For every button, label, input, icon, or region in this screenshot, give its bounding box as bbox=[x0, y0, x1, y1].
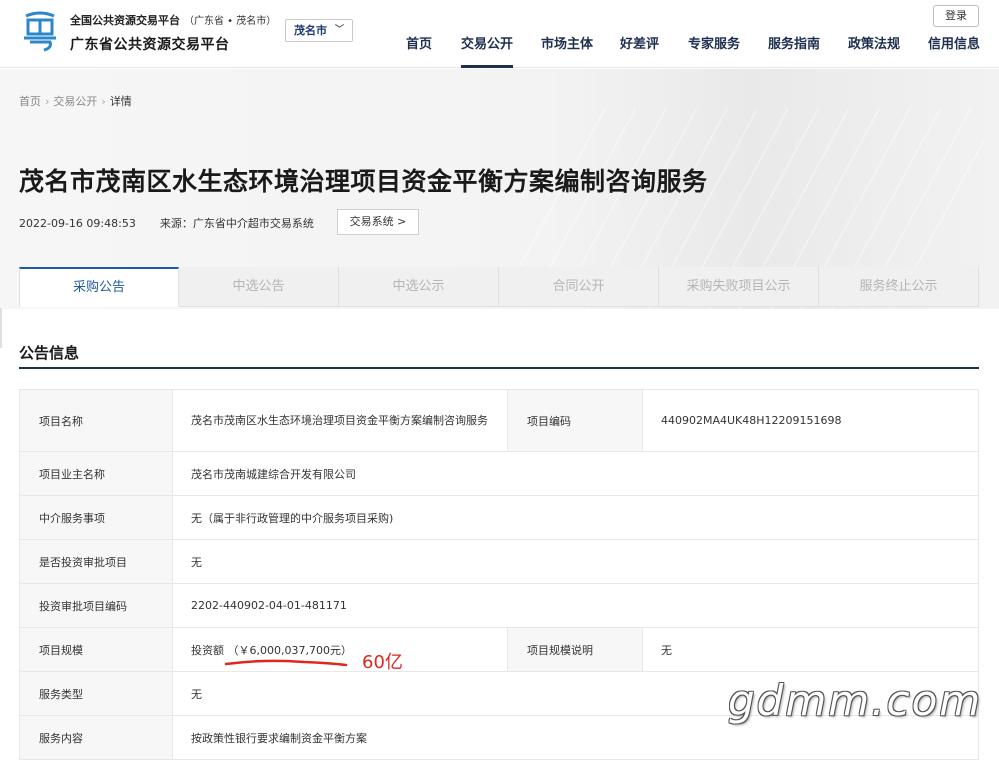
breadcrumb-current: 详情 bbox=[109, 95, 132, 108]
site-header: 全国公共资源交易平台 （广东省 • 茂名市） 广东省公共资源交易平台 茂名市 ﹀ … bbox=[0, 0, 999, 68]
red-underline-annotation bbox=[224, 659, 348, 667]
scale-label: 项目规模 bbox=[19, 627, 173, 672]
tab-selection-publicity[interactable]: 中选公示 bbox=[339, 267, 499, 307]
service-type-label: 服务类型 bbox=[19, 671, 173, 716]
section-divider bbox=[19, 367, 979, 369]
breadcrumb-separator: › bbox=[45, 95, 50, 108]
notice-tabs: 采购公告 中选公告 中选公示 合同公开 采购失败项目公示 服务终止公示 bbox=[19, 267, 979, 308]
tab-procurement-notice[interactable]: 采购公告 bbox=[19, 267, 179, 307]
nav-item-market[interactable]: 市场主体 bbox=[541, 34, 593, 68]
table-row: 项目业主名称 茂名市茂南城建综合开发有限公司 bbox=[19, 451, 979, 496]
breadcrumb: 首页 › 交易公开 › 详情 bbox=[19, 93, 132, 109]
nav-item-review[interactable]: 好差评 bbox=[620, 34, 659, 68]
scale-note-value: 无 bbox=[642, 627, 979, 672]
service-item-value: 无（属于非行政管理的中介服务项目采购) bbox=[172, 495, 979, 540]
table-row: 投资审批项目编码 2202-440902-04-01-481171 bbox=[19, 583, 979, 628]
nav-item-experts[interactable]: 专家服务 bbox=[688, 34, 740, 68]
nav-item-trading[interactable]: 交易公开 bbox=[461, 34, 514, 68]
service-item-label: 中介服务事项 bbox=[19, 495, 173, 540]
publish-datetime: 2022-09-16 09:48:53 bbox=[19, 217, 136, 230]
table-row: 项目规模 投资额 （￥6,000,037,700元） 项目规模说明 无 bbox=[19, 627, 979, 672]
nav-item-home[interactable]: 首页 bbox=[406, 34, 432, 68]
nav-item-guide[interactable]: 服务指南 bbox=[768, 34, 820, 68]
tab-procurement-failure[interactable]: 采购失败项目公示 bbox=[659, 267, 819, 307]
scale-note-label: 项目规模说明 bbox=[507, 627, 643, 672]
project-code-label: 项目编码 bbox=[507, 389, 643, 452]
site-names: 全国公共资源交易平台 （广东省 • 茂名市） 广东省公共资源交易平台 bbox=[70, 12, 276, 54]
page-title: 茂名市茂南区水生态环境治理项目资金平衡方案编制咨询服务 bbox=[19, 167, 708, 196]
city-select[interactable]: 茂名市 ﹀ bbox=[285, 19, 353, 42]
table-row: 项目名称 茂名市茂南区水生态环境治理项目资金平衡方案编制咨询服务 项目编码 44… bbox=[19, 389, 979, 452]
breadcrumb-separator: › bbox=[101, 95, 106, 108]
invest-approval-value: 无 bbox=[172, 539, 979, 584]
login-button[interactable]: 登录 bbox=[933, 5, 979, 27]
site-watermark: gdmm.com bbox=[728, 676, 983, 725]
trade-system-button[interactable]: 交易系统 > bbox=[337, 209, 419, 235]
nav-item-policy[interactable]: 政策法规 bbox=[848, 34, 900, 68]
service-content-label: 服务内容 bbox=[19, 715, 173, 760]
project-name-label: 项目名称 bbox=[19, 389, 173, 452]
tab-contract-disclosure[interactable]: 合同公开 bbox=[499, 267, 659, 307]
site-top-text: 全国公共资源交易平台 bbox=[70, 14, 180, 27]
section-title: 公告信息 bbox=[19, 344, 80, 362]
table-row: 中介服务事项 无（属于非行政管理的中介服务项目采购) bbox=[19, 495, 979, 540]
page-meta: 2022-09-16 09:48:53 来源：广东省中介超市交易系统 bbox=[19, 215, 314, 231]
breadcrumb-home[interactable]: 首页 bbox=[19, 95, 41, 108]
project-code-value: 440902MA4UK48H12209151698 bbox=[642, 389, 979, 452]
table-row: 是否投资审批项目 无 bbox=[19, 539, 979, 584]
owner-label: 项目业主名称 bbox=[19, 451, 173, 496]
owner-value: 茂名市茂南城建综合开发有限公司 bbox=[172, 451, 979, 496]
tab-service-termination[interactable]: 服务终止公示 bbox=[819, 267, 979, 307]
tab-selection-notice[interactable]: 中选公告 bbox=[179, 267, 339, 307]
source-text: 来源：广东省中介超市交易系统 bbox=[159, 217, 314, 230]
site-main-title: 广东省公共资源交易平台 bbox=[70, 37, 230, 53]
breadcrumb-section[interactable]: 交易公开 bbox=[53, 95, 97, 108]
left-edge-marker bbox=[0, 308, 2, 348]
chevron-down-icon: ﹀ bbox=[334, 25, 344, 35]
site-top-title: 全国公共资源交易平台 （广东省 • 茂名市） bbox=[70, 12, 276, 28]
city-select-value: 茂名市 bbox=[294, 24, 327, 37]
nav-item-credit[interactable]: 信用信息 bbox=[928, 34, 980, 68]
invest-approval-label: 是否投资审批项目 bbox=[19, 539, 173, 584]
project-name-value: 茂名市茂南区水生态环境治理项目资金平衡方案编制咨询服务 bbox=[172, 389, 508, 452]
site-logo-icon[interactable] bbox=[18, 10, 62, 54]
site-region: （广东省 • 茂名市） bbox=[184, 16, 277, 27]
approval-code-label: 投资审批项目编码 bbox=[19, 583, 173, 628]
red-annotation-text: 60亿 bbox=[362, 652, 403, 673]
approval-code-value: 2202-440902-04-01-481171 bbox=[172, 583, 979, 628]
